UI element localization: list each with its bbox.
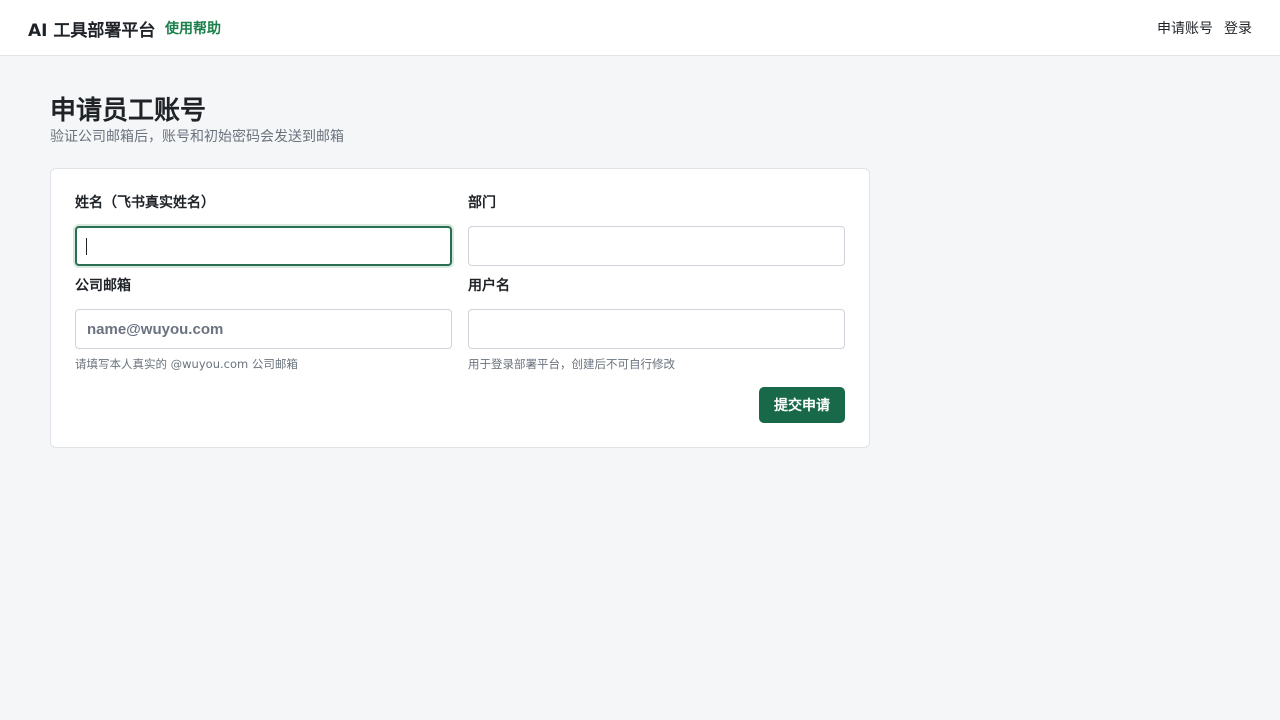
- login-link[interactable]: 登录: [1224, 18, 1252, 38]
- email-label: 公司邮箱: [75, 278, 131, 294]
- header-nav: 申请账号 登录: [1157, 18, 1252, 38]
- email-input[interactable]: [75, 309, 452, 349]
- help-link[interactable]: 使用帮助: [165, 18, 221, 38]
- name-input[interactable]: [75, 226, 452, 266]
- username-field-group: 用户名 用于登录部署平台，创建后不可自行修改: [468, 276, 845, 372]
- email-hint: 请填写本人真实的 @wuyou.com 公司邮箱: [75, 357, 298, 371]
- page-subtitle: 验证公司邮箱后，账号和初始密码会发送到邮箱: [50, 129, 344, 145]
- apply-account-link[interactable]: 申请账号: [1157, 18, 1213, 38]
- name-field-group: 姓名（飞书真实姓名）: [75, 193, 452, 266]
- department-field-group: 部门: [468, 193, 845, 266]
- top-navigation-bar: AI 工具部署平台 使用帮助 申请账号 登录: [0, 0, 1280, 56]
- brand-title: AI 工具部署平台: [28, 21, 156, 41]
- department-input[interactable]: [468, 226, 845, 266]
- submit-application-button[interactable]: 提交申请: [759, 387, 845, 423]
- text-cursor: [86, 238, 87, 255]
- email-field-group: 公司邮箱 请填写本人真实的 @wuyou.com 公司邮箱: [75, 276, 452, 372]
- name-label: 姓名（飞书真实姓名）: [75, 195, 215, 211]
- username-label: 用户名: [468, 278, 510, 294]
- page-title: 申请员工账号: [50, 96, 207, 126]
- username-hint: 用于登录部署平台，创建后不可自行修改: [468, 357, 675, 371]
- username-input[interactable]: [468, 309, 845, 349]
- department-label: 部门: [468, 195, 496, 211]
- application-form-card: 姓名（飞书真实姓名） 部门 公司邮箱 请填写本人真实的 @wuyou.com 公…: [50, 168, 870, 448]
